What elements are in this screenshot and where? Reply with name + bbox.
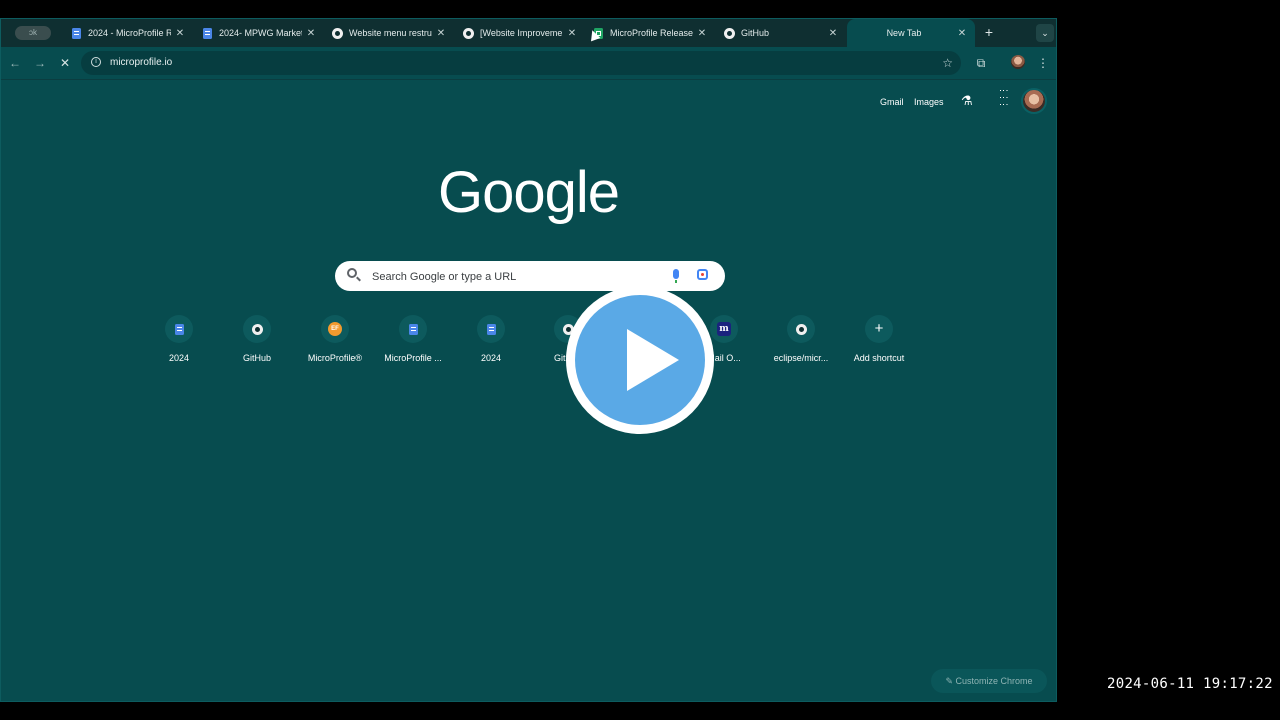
google-account-avatar[interactable] <box>1021 88 1047 114</box>
tab-new-tab[interactable]: New Tab ✕ <box>847 19 975 47</box>
labs-icon[interactable]: ⚗ <box>961 93 973 109</box>
eclipse-foundation-icon: EF <box>328 322 342 336</box>
github-icon <box>251 323 263 335</box>
tab-github[interactable]: GitHub ✕ <box>716 19 846 47</box>
tab-microprofile-release-doc[interactable]: 2024 - MicroProfile Release ✕ <box>63 19 193 47</box>
docs-icon <box>202 27 213 39</box>
new-tab-button[interactable]: + <box>981 24 997 40</box>
shortcut-label: GitHub <box>242 353 271 363</box>
chrome-menu-icon[interactable]: ⋮ <box>1035 55 1051 71</box>
google-logo: Google <box>437 160 620 225</box>
docs-icon <box>71 27 82 39</box>
close-icon[interactable]: ✕ <box>828 28 838 39</box>
github-icon <box>795 323 807 335</box>
shortcut-eclipse-micr[interactable]: eclipse/micr... <box>762 315 840 363</box>
play-icon[interactable] <box>566 286 714 434</box>
add-shortcut-button[interactable]: + Add shortcut <box>840 315 918 363</box>
search-input[interactable] <box>370 267 664 287</box>
customize-label: Customize Chrome <box>955 676 1033 686</box>
tab-label: GitHub <box>741 28 770 38</box>
bookmark-star-icon[interactable]: ☆ <box>942 51 953 75</box>
shortcut-microprofile[interactable]: EF MicroProfile® <box>296 315 374 363</box>
tab-microprofile-release-sheet[interactable]: MicroProfile Release ✕ <box>585 19 715 47</box>
tab-list-button[interactable]: ⌄ <box>1036 24 1054 42</box>
address-bar[interactable]: i microprofile.io ☆ <box>81 51 961 75</box>
close-icon[interactable]: ✕ <box>175 28 185 39</box>
tab-strip: ɔk 2024 - MicroProfile Release ✕ 2024- M… <box>1 19 1056 47</box>
tab-website-improvements[interactable]: [Website Improvements] ✕ <box>455 19 585 47</box>
shortcut-github[interactable]: GitHub <box>218 315 296 363</box>
github-icon <box>724 27 735 39</box>
voice-search-icon[interactable] <box>673 269 679 283</box>
shortcut-label: 2024 <box>480 353 502 363</box>
images-link[interactable]: Images <box>914 97 944 107</box>
shortcut-2024-b[interactable]: 2024 <box>452 315 530 363</box>
address-url: microprofile.io <box>110 57 173 68</box>
docs-icon <box>408 323 418 335</box>
docs-icon <box>486 323 496 335</box>
shortcut-label: MicroProfile® <box>307 353 363 363</box>
tab-label: MicroProfile Release <box>610 28 693 38</box>
docs-icon <box>174 323 184 335</box>
site-info-icon[interactable]: i <box>91 57 101 67</box>
recording-timestamp: 2024-06-11 19:17:22 <box>1107 676 1273 692</box>
shortcut-label: Add shortcut <box>853 353 905 363</box>
tab-search-button[interactable]: ɔk <box>15 26 51 40</box>
back-button[interactable]: ← <box>7 55 23 71</box>
shortcut-label: eclipse/micr... <box>773 353 829 363</box>
lens-search-icon[interactable] <box>697 269 708 280</box>
github-icon <box>332 27 343 39</box>
forward-button[interactable]: → <box>32 55 48 71</box>
close-icon[interactable]: ✕ <box>957 28 967 39</box>
gmail-link[interactable]: Gmail <box>880 97 904 107</box>
search-box[interactable] <box>335 261 725 291</box>
mail-icon: m <box>717 322 731 336</box>
close-icon[interactable]: ✕ <box>436 28 446 39</box>
plus-icon: + <box>874 320 884 337</box>
customize-chrome-button[interactable]: ✎ Customize Chrome <box>931 669 1047 693</box>
stop-button[interactable]: ✕ <box>57 55 73 71</box>
apps-grid-icon[interactable]: ⋮⋮⋮ <box>998 86 1009 107</box>
shortcut-microprofile-doc[interactable]: MicroProfile ... <box>374 315 452 363</box>
tab-label: [Website Improvements] <box>480 28 563 38</box>
shortcut-2024[interactable]: 2024 <box>140 315 218 363</box>
tab-label: New Tab <box>886 28 922 38</box>
shortcut-label: 2024 <box>168 353 190 363</box>
tab-mpwg-marketing[interactable]: 2024- MPWG Marketing ✕ <box>194 19 324 47</box>
close-icon[interactable]: ✕ <box>567 28 577 39</box>
pencil-icon: ✎ <box>945 676 953 686</box>
tab-label: Website menu restructure <box>349 28 432 38</box>
tab-label: 2024 - MicroProfile Release <box>88 28 171 38</box>
close-icon[interactable]: ✕ <box>697 28 707 39</box>
profile-avatar[interactable] <box>1011 55 1025 69</box>
shortcut-label: MicroProfile ... <box>384 353 442 363</box>
github-icon <box>463 27 474 39</box>
extensions-icon[interactable]: ⧉ <box>973 55 989 71</box>
tab-website-menu[interactable]: Website menu restructure ✕ <box>324 19 454 47</box>
close-icon[interactable]: ✕ <box>306 28 316 39</box>
browser-window: ɔk 2024 - MicroProfile Release ✕ 2024- M… <box>0 18 1057 702</box>
toolbar: ← → ✕ i microprofile.io ☆ ⧉ ⋮ <box>1 47 1056 80</box>
search-icon <box>347 268 357 278</box>
tab-label: 2024- MPWG Marketing <box>219 28 302 38</box>
